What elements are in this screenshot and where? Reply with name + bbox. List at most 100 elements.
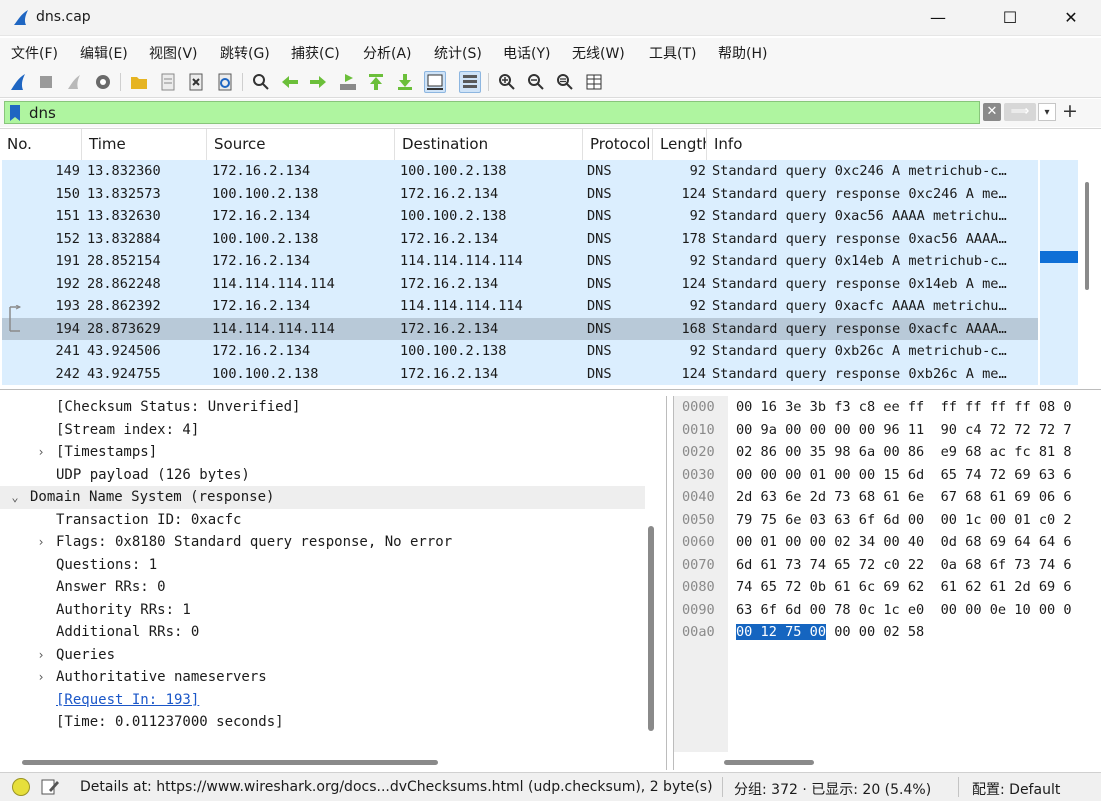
- menu-tools[interactable]: 工具(T): [649, 43, 696, 63]
- save-file-icon[interactable]: [157, 71, 179, 93]
- stop-capture-icon[interactable]: [35, 71, 57, 93]
- byte-hex[interactable]: 00 12 75 00 00 00 02 58: [736, 621, 924, 644]
- expand-arrow-icon[interactable]: ›: [34, 531, 48, 554]
- packet-row[interactable]: 242 43.924755 100.100.2.138 172.16.2.134 DNS…: [2, 362, 1038, 385]
- column-header-length[interactable]: Length: [653, 129, 707, 160]
- packet-row[interactable]: 241 43.924506 172.16.2.134 100.100.2.138 DNS…: [2, 340, 1038, 363]
- packet-row[interactable]: 191 28.852154 172.16.2.134 114.114.114.114 D…: [2, 250, 1038, 273]
- menu-edit[interactable]: 编辑(E): [80, 43, 128, 63]
- bytes-hscrollbar[interactable]: [724, 760, 814, 765]
- apply-filter-button[interactable]: ⟹: [1004, 103, 1036, 121]
- packet-source: 172.16.2.134: [212, 253, 311, 269]
- byte-hex[interactable]: 2d 63 6e 2d 73 68 61 6e 67 68 61 69 06 6: [736, 486, 1072, 509]
- go-forward-icon[interactable]: [307, 71, 329, 93]
- details-hscrollbar[interactable]: [22, 760, 438, 765]
- detail-tree-item[interactable]: UDP payload (126 bytes): [0, 464, 645, 487]
- first-packet-icon[interactable]: [365, 71, 387, 93]
- zoom-in-icon[interactable]: [496, 71, 518, 93]
- resize-columns-icon[interactable]: [583, 71, 605, 93]
- detail-tree-item[interactable]: › Flags: 0x8180 Standard query response, …: [0, 531, 645, 554]
- auto-scroll-icon[interactable]: [424, 71, 446, 93]
- menu-telephony[interactable]: 电话(Y): [503, 43, 550, 63]
- reload-file-icon[interactable]: [214, 71, 236, 93]
- detail-tree-item[interactable]: › Queries: [0, 644, 645, 667]
- details-scrollbar[interactable]: [648, 526, 654, 731]
- packet-row[interactable]: 194 28.873629 114.114.114.114 172.16.2.134 D…: [2, 317, 1038, 340]
- column-header-destination[interactable]: Destination: [395, 129, 583, 160]
- colorize-icon[interactable]: [459, 71, 481, 93]
- byte-hex[interactable]: 63 6f 6d 00 78 0c 1c e0 00 00 0e 10 00 0: [736, 599, 1072, 622]
- detail-tree-item[interactable]: Questions: 1: [0, 554, 645, 577]
- column-header-protocol[interactable]: Protocol: [583, 129, 653, 160]
- close-button[interactable]: ✕: [1048, 0, 1094, 36]
- filter-bookmark-icon[interactable]: [9, 105, 21, 121]
- detail-tree-item[interactable]: Additional RRs: 0: [0, 621, 645, 644]
- byte-hex[interactable]: 74 65 72 0b 61 6c 69 62 61 62 61 2d 69 6: [736, 576, 1072, 599]
- detail-tree-item[interactable]: › [Timestamps]: [0, 441, 645, 464]
- go-to-packet-icon[interactable]: [337, 71, 359, 93]
- expert-info-led-icon[interactable]: [12, 778, 30, 796]
- detail-tree-item[interactable]: [Stream index: 4]: [0, 419, 645, 442]
- packet-list-scrollbar[interactable]: [1079, 160, 1100, 385]
- status-profile[interactable]: 配置: Default: [972, 779, 1082, 799]
- packet-row[interactable]: 150 13.832573 100.100.2.138 172.16.2.134 DNS…: [2, 182, 1038, 205]
- capture-options-icon[interactable]: [92, 71, 114, 93]
- packet-row[interactable]: 152 13.832884 100.100.2.138 172.16.2.134 DNS…: [2, 227, 1038, 250]
- minimize-button[interactable]: —: [915, 0, 961, 36]
- filter-history-dropdown[interactable]: ▾: [1038, 103, 1056, 121]
- menu-wireless[interactable]: 无线(W): [572, 43, 625, 63]
- menu-statistics[interactable]: 统计(S): [434, 43, 482, 63]
- packet-minimap[interactable]: [1040, 160, 1078, 385]
- expand-arrow-icon[interactable]: ›: [34, 644, 48, 667]
- restart-capture-icon[interactable]: [63, 71, 85, 93]
- detail-tree-item[interactable]: [Request In: 193]: [0, 689, 645, 712]
- menu-file[interactable]: 文件(F): [11, 43, 58, 63]
- packet-row[interactable]: 149 13.832360 172.16.2.134 100.100.2.138 DNS…: [2, 160, 1038, 183]
- byte-hex[interactable]: 00 9a 00 00 00 00 96 11 90 c4 72 72 72 7: [736, 419, 1072, 442]
- packet-row[interactable]: 193 28.862392 172.16.2.134 114.114.114.114 D…: [2, 295, 1038, 318]
- detail-tree-item[interactable]: [Checksum Status: Unverified]: [0, 396, 645, 419]
- packet-row[interactable]: 151 13.832630 172.16.2.134 100.100.2.138 DNS…: [2, 205, 1038, 228]
- capture-comment-icon[interactable]: [40, 777, 60, 797]
- menu-go[interactable]: 跳转(G): [220, 43, 270, 63]
- detail-tree-item[interactable]: Authority RRs: 1: [0, 599, 645, 622]
- selected-bytes[interactable]: 00 12 75 00: [736, 624, 827, 640]
- find-packet-icon[interactable]: [250, 71, 272, 93]
- packet-list-scroll-thumb[interactable]: [1085, 182, 1089, 290]
- column-header-time[interactable]: Time: [82, 129, 207, 160]
- byte-hex[interactable]: 00 16 3e 3b f3 c8 ee ff ff ff ff ff 08 0: [736, 396, 1072, 419]
- normal-size-icon[interactable]: [554, 71, 576, 93]
- close-file-icon[interactable]: [185, 71, 207, 93]
- collapse-arrow-icon[interactable]: ⌄: [8, 486, 22, 509]
- column-header-source[interactable]: Source: [207, 129, 395, 160]
- expand-arrow-icon[interactable]: ›: [34, 666, 48, 689]
- expand-arrow-icon[interactable]: ›: [34, 441, 48, 464]
- detail-tree-item[interactable]: Answer RRs: 0: [0, 576, 645, 599]
- clear-filter-button[interactable]: ✕: [983, 103, 1001, 121]
- last-packet-icon[interactable]: [394, 71, 416, 93]
- detail-tree-item[interactable]: › Authoritative nameservers: [0, 666, 645, 689]
- menu-view[interactable]: 视图(V): [149, 43, 198, 63]
- maximize-button[interactable]: ☐: [987, 0, 1033, 36]
- detail-tree-item[interactable]: ⌄ Domain Name System (response): [0, 486, 645, 509]
- zoom-out-icon[interactable]: [525, 71, 547, 93]
- byte-hex[interactable]: 6d 61 73 74 65 72 c0 22 0a 68 6f 73 74 6: [736, 554, 1072, 577]
- detail-tree-item[interactable]: [Time: 0.011237000 seconds]: [0, 711, 645, 734]
- byte-hex[interactable]: 02 86 00 35 98 6a 00 86 e9 68 ac fc 81 8: [736, 441, 1072, 464]
- add-filter-button[interactable]: +: [1062, 100, 1078, 122]
- column-header-info[interactable]: Info: [707, 129, 1101, 160]
- menu-analyze[interactable]: 分析(A): [363, 43, 412, 63]
- detail-tree-item[interactable]: Transaction ID: 0xacfc: [0, 509, 645, 532]
- display-filter-input[interactable]: dns: [4, 101, 980, 124]
- menu-capture[interactable]: 捕获(C): [291, 43, 340, 63]
- byte-hex[interactable]: 79 75 6e 03 63 6f 6d 00 00 1c 00 01 c0 2: [736, 509, 1072, 532]
- packet-row[interactable]: 192 28.862248 114.114.114.114 172.16.2.134 D…: [2, 272, 1038, 295]
- byte-hex[interactable]: 00 01 00 00 02 34 00 40 0d 68 69 64 64 6: [736, 531, 1072, 554]
- go-back-icon[interactable]: [279, 71, 301, 93]
- column-header-no[interactable]: No.: [0, 129, 82, 160]
- menu-help[interactable]: 帮助(H): [718, 43, 767, 63]
- byte-hex[interactable]: 00 00 00 01 00 00 15 6d 65 74 72 69 63 6: [736, 464, 1072, 487]
- start-capture-icon[interactable]: [7, 71, 29, 93]
- open-file-icon[interactable]: [128, 71, 150, 93]
- detail-text[interactable]: [Request In: 193]: [56, 689, 199, 712]
